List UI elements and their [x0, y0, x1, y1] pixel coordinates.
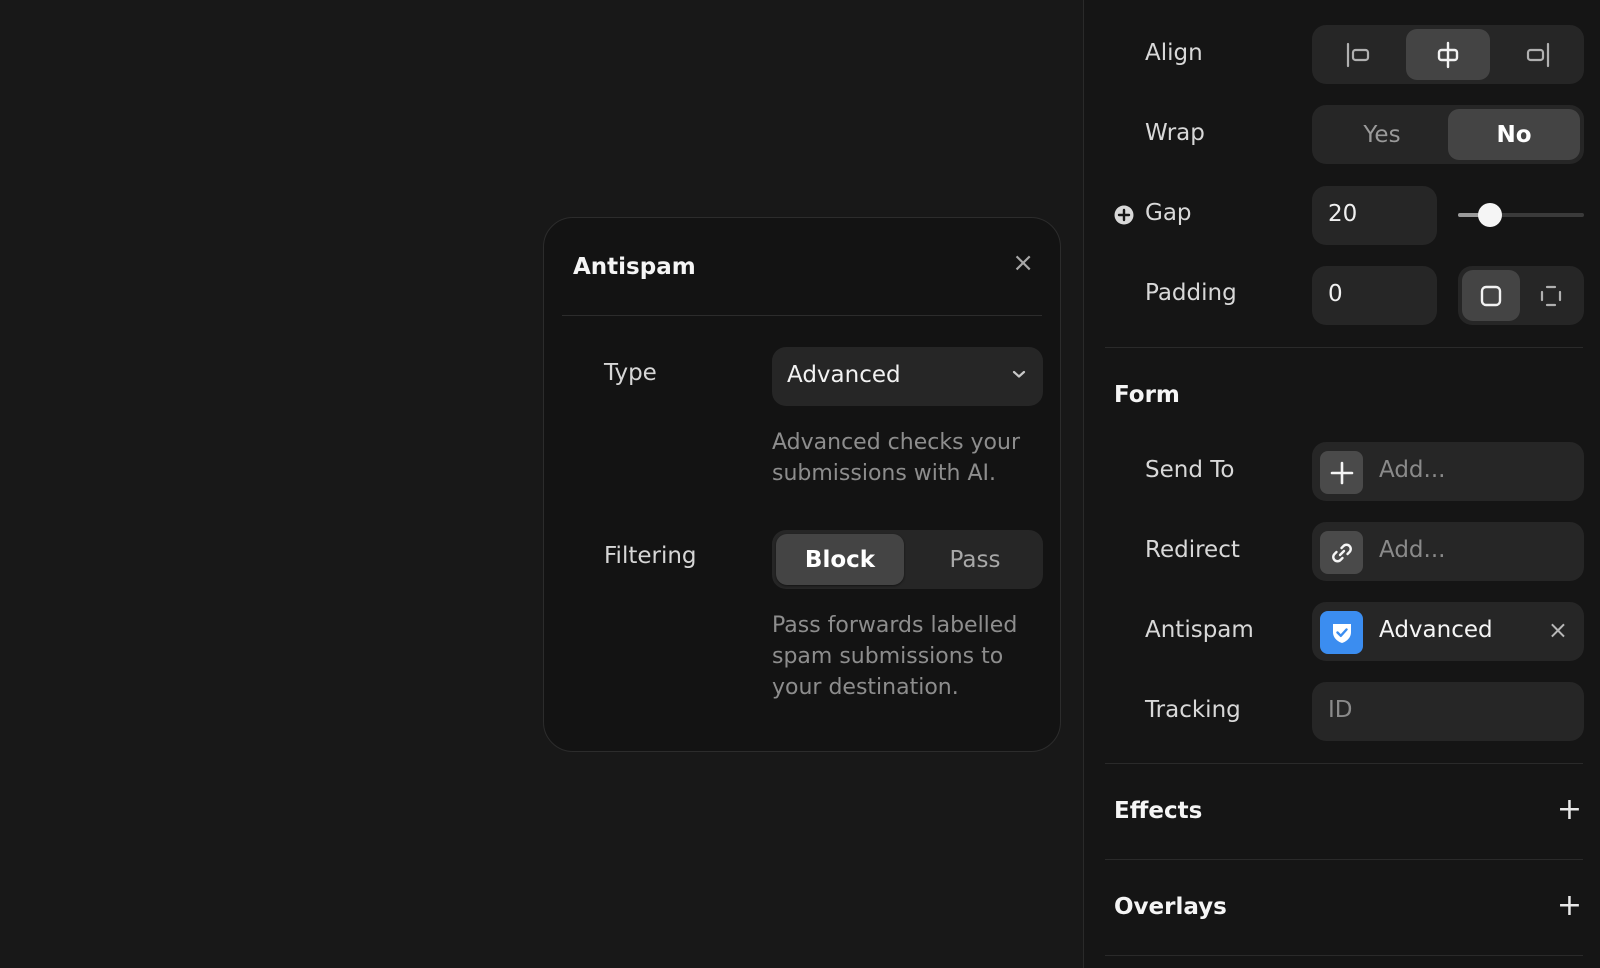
- redirect-placeholder: Add...: [1379, 537, 1446, 563]
- canvas-area: Antispam × Type Advanced Advanced checks…: [0, 0, 1083, 968]
- redirect-label: Redirect: [1145, 537, 1240, 563]
- overlays-section-title: Overlays: [1114, 894, 1227, 920]
- effects-section-title: Effects: [1114, 798, 1203, 824]
- padding-mode-toggle: [1458, 266, 1584, 325]
- align-segmented-control: [1312, 25, 1584, 84]
- gap-slider-handle[interactable]: [1477, 203, 1502, 227]
- align-label: Align: [1145, 40, 1203, 66]
- add-effect-button[interactable]: +: [1557, 795, 1582, 825]
- type-select-value: Advanced: [787, 362, 901, 388]
- modal-divider: [562, 315, 1042, 316]
- close-icon[interactable]: ×: [1012, 250, 1034, 276]
- align-center-icon: [1437, 41, 1459, 68]
- shield-check-icon: [1320, 611, 1363, 654]
- padding-input[interactable]: 0: [1312, 266, 1437, 325]
- gap-value: 20: [1328, 201, 1358, 227]
- gap-slider[interactable]: [1458, 203, 1584, 227]
- wrap-no-option[interactable]: No: [1448, 109, 1580, 160]
- remove-icon[interactable]: ×: [1548, 616, 1568, 644]
- padding-individual-icon: [1540, 285, 1562, 306]
- filtering-label: Filtering: [604, 543, 697, 569]
- section-divider: [1105, 347, 1583, 348]
- antispam-value: Advanced: [1379, 617, 1493, 643]
- send-to-placeholder: Add...: [1379, 457, 1446, 483]
- section-divider: [1105, 955, 1583, 956]
- redirect-field[interactable]: Add...: [1312, 522, 1584, 581]
- tracking-input[interactable]: ID: [1312, 682, 1584, 741]
- padding-individual-button[interactable]: [1522, 270, 1580, 321]
- align-right-button[interactable]: [1496, 29, 1580, 80]
- padding-value: 0: [1328, 281, 1343, 307]
- filtering-pass-option[interactable]: Pass: [911, 534, 1039, 585]
- tracking-placeholder: ID: [1328, 697, 1353, 723]
- type-select[interactable]: Advanced: [772, 347, 1043, 406]
- padding-uniform-button[interactable]: [1462, 270, 1520, 321]
- antispam-field[interactable]: Advanced ×: [1312, 602, 1584, 661]
- filtering-help-text: Pass forwards labelled spam submissions …: [772, 613, 1018, 700]
- align-right-icon: [1526, 42, 1550, 67]
- wrap-label: Wrap: [1145, 120, 1205, 146]
- link-icon[interactable]: [1320, 531, 1363, 574]
- section-divider: [1105, 763, 1583, 764]
- chevron-down-icon: [1012, 370, 1026, 378]
- send-to-label: Send To: [1145, 457, 1235, 483]
- type-help-text: Advanced checks your submissions with AI…: [772, 430, 1020, 486]
- filtering-segmented-control: Block Pass: [772, 530, 1043, 589]
- align-left-button[interactable]: [1316, 29, 1400, 80]
- form-section-title: Form: [1114, 382, 1180, 408]
- add-overlay-button[interactable]: +: [1557, 891, 1582, 921]
- wrap-yes-option[interactable]: Yes: [1316, 109, 1448, 160]
- tracking-label: Tracking: [1145, 697, 1241, 723]
- type-label: Type: [604, 360, 657, 386]
- gap-input[interactable]: 20: [1312, 186, 1437, 245]
- antispam-modal: Antispam × Type Advanced Advanced checks…: [543, 217, 1061, 752]
- align-left-icon: [1346, 42, 1370, 67]
- padding-uniform-icon: [1480, 285, 1502, 306]
- send-to-field[interactable]: Add...: [1312, 442, 1584, 501]
- section-divider: [1105, 859, 1583, 860]
- padding-label: Padding: [1145, 280, 1237, 306]
- antispam-label: Antispam: [1145, 617, 1254, 643]
- wrap-segmented-control: Yes No: [1312, 105, 1584, 164]
- properties-panel: Align Wrap Yes No Gap 20 Padding 0 Form …: [1083, 0, 1600, 968]
- align-center-button[interactable]: [1406, 29, 1490, 80]
- plus-icon[interactable]: [1320, 451, 1363, 494]
- gap-label: Gap: [1145, 200, 1192, 226]
- filtering-block-option[interactable]: Block: [776, 534, 904, 585]
- add-circle-icon[interactable]: [1114, 205, 1134, 225]
- modal-title: Antispam: [573, 254, 696, 280]
